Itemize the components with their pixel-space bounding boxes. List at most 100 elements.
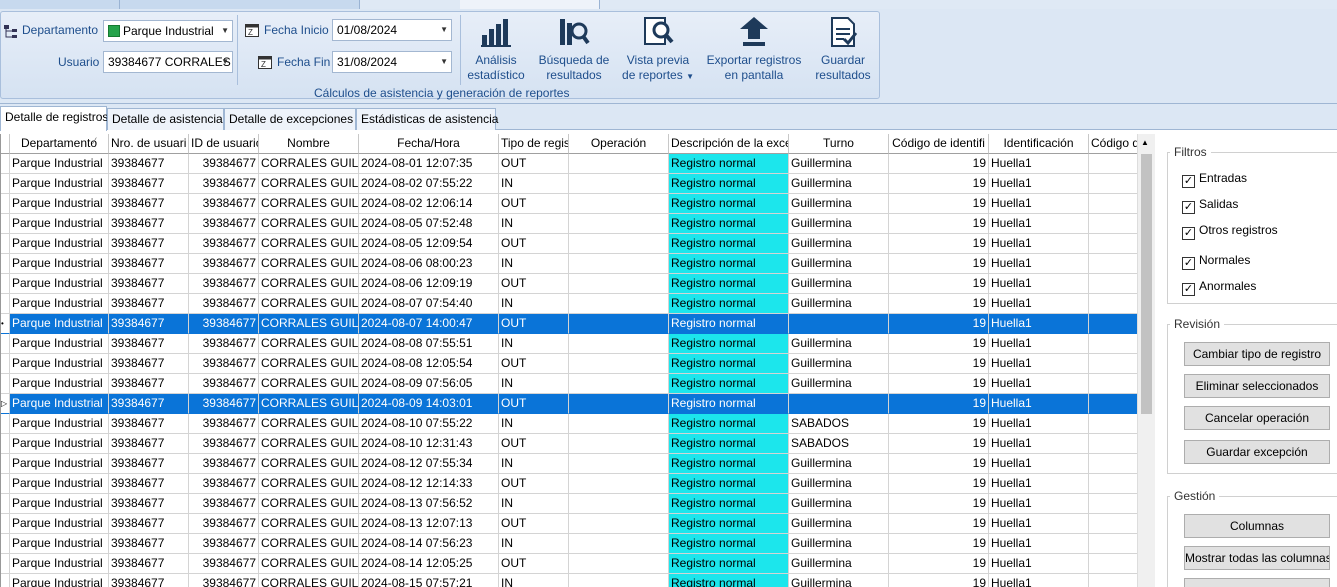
- cell-departamento[interactable]: Parque Industrial: [10, 294, 109, 314]
- cell-identificacion[interactable]: Huella1: [989, 334, 1089, 354]
- cell-operacion[interactable]: [569, 554, 669, 574]
- tab-estadisticas-asistencia[interactable]: Estádisticas de asistencia: [356, 108, 498, 130]
- cell-nombre[interactable]: CORRALES GUILLE: [259, 474, 359, 494]
- cell-nro-usuario[interactable]: 39384677: [109, 534, 189, 554]
- checkbox-checked-icon[interactable]: ✓: [1182, 175, 1195, 188]
- column-header-codigo-identificacion[interactable]: Código de identifi: [889, 134, 989, 154]
- cell-codigo-identificacion[interactable]: 19: [889, 574, 989, 587]
- cell-operacion[interactable]: [569, 414, 669, 434]
- cell-codigo[interactable]: [1089, 574, 1138, 587]
- row-indicator[interactable]: [1, 414, 10, 434]
- cell-tipo-registro[interactable]: OUT: [499, 234, 569, 254]
- cell-tipo-registro[interactable]: OUT: [499, 394, 569, 414]
- cell-nombre[interactable]: CORRALES GUILLE: [259, 174, 359, 194]
- cell-descripcion[interactable]: Registro normal: [669, 314, 789, 334]
- cell-nombre[interactable]: CORRALES GUILLE: [259, 494, 359, 514]
- column-header-identificacion[interactable]: Identificación: [989, 134, 1089, 154]
- cell-operacion[interactable]: [569, 314, 669, 334]
- cell-descripcion[interactable]: Registro normal: [669, 354, 789, 374]
- fecha-inicio-picker[interactable]: 01/08/2024 ▼: [332, 19, 452, 41]
- cell-turno[interactable]: Guillermina: [789, 254, 889, 274]
- cell-nombre[interactable]: CORRALES GUILLE: [259, 434, 359, 454]
- cell-departamento[interactable]: Parque Industrial: [10, 274, 109, 294]
- cell-nro-usuario[interactable]: 39384677: [109, 434, 189, 454]
- cell-nombre[interactable]: CORRALES GUILLE: [259, 554, 359, 574]
- cell-identificacion[interactable]: Huella1: [989, 574, 1089, 587]
- cell-tipo-registro[interactable]: IN: [499, 334, 569, 354]
- cell-codigo[interactable]: [1089, 194, 1138, 214]
- panel-button-partial[interactable]: [1184, 578, 1330, 587]
- cell-fecha-hora[interactable]: 2024-08-08 12:05:54: [359, 354, 499, 374]
- table-row[interactable]: • Parque Industrial 39384677 39384677 CORRAL…: [1, 314, 1138, 334]
- column-header-fecha-hora[interactable]: Fecha/Hora: [359, 134, 499, 154]
- cell-fecha-hora[interactable]: 2024-08-09 14:03:01: [359, 394, 499, 414]
- cell-codigo[interactable]: [1089, 314, 1138, 334]
- cell-departamento[interactable]: Parque Industrial: [10, 554, 109, 574]
- cell-fecha-hora[interactable]: 2024-08-05 07:52:48: [359, 214, 499, 234]
- cell-codigo[interactable]: [1089, 394, 1138, 414]
- cell-departamento[interactable]: Parque Industrial: [10, 394, 109, 414]
- cell-departamento[interactable]: Parque Industrial: [10, 374, 109, 394]
- grid-vertical-scrollbar[interactable]: ▲: [1137, 134, 1155, 587]
- cell-nro-usuario[interactable]: 39384677: [109, 354, 189, 374]
- cell-departamento[interactable]: Parque Industrial: [10, 574, 109, 587]
- columnas-button[interactable]: Columnas: [1184, 514, 1330, 538]
- cell-nro-usuario[interactable]: 39384677: [109, 414, 189, 434]
- cell-identificacion[interactable]: Huella1: [989, 194, 1089, 214]
- cell-nombre[interactable]: CORRALES GUILLE: [259, 394, 359, 414]
- cell-codigo[interactable]: [1089, 214, 1138, 234]
- cell-operacion[interactable]: [569, 474, 669, 494]
- cell-departamento[interactable]: Parque Industrial: [10, 454, 109, 474]
- column-header-nombre[interactable]: Nombre: [259, 134, 359, 154]
- ribbon-tab[interactable]: [120, 0, 360, 9]
- cell-identificacion[interactable]: Huella1: [989, 554, 1089, 574]
- table-row[interactable]: Parque Industrial 39384677 39384677 CORRALE…: [1, 494, 1138, 514]
- cell-identificacion[interactable]: Huella1: [989, 434, 1089, 454]
- cell-departamento[interactable]: Parque Industrial: [10, 334, 109, 354]
- cell-fecha-hora[interactable]: 2024-08-02 07:55:22: [359, 174, 499, 194]
- cell-nombre[interactable]: CORRALES GUILLE: [259, 454, 359, 474]
- cell-nombre[interactable]: CORRALES GUILLE: [259, 194, 359, 214]
- cell-tipo-registro[interactable]: OUT: [499, 154, 569, 174]
- checkbox-checked-icon[interactable]: ✓: [1182, 283, 1195, 296]
- cell-tipo-registro[interactable]: IN: [499, 494, 569, 514]
- cell-codigo[interactable]: [1089, 374, 1138, 394]
- cell-fecha-hora[interactable]: 2024-08-07 14:00:47: [359, 314, 499, 334]
- column-header-turno[interactable]: Turno: [789, 134, 889, 154]
- cell-operacion[interactable]: [569, 274, 669, 294]
- cell-operacion[interactable]: [569, 214, 669, 234]
- cell-operacion[interactable]: [569, 394, 669, 414]
- cell-descripcion[interactable]: Registro normal: [669, 234, 789, 254]
- cell-departamento[interactable]: Parque Industrial: [10, 154, 109, 174]
- vista-previa-reportes-button[interactable]: Vista previa de reportes ▼: [620, 15, 696, 84]
- cell-descripcion[interactable]: Registro normal: [669, 254, 789, 274]
- cell-identificacion[interactable]: Huella1: [989, 234, 1089, 254]
- cambiar-tipo-registro-button[interactable]: Cambiar tipo de registro: [1184, 342, 1330, 366]
- cell-descripcion[interactable]: Registro normal: [669, 494, 789, 514]
- cell-operacion[interactable]: [569, 174, 669, 194]
- filter-normales[interactable]: ✓ Normales: [1182, 253, 1250, 270]
- cell-id-usuario[interactable]: 39384677: [189, 234, 259, 254]
- cell-descripcion[interactable]: Registro normal: [669, 214, 789, 234]
- cell-codigo-identificacion[interactable]: 19: [889, 494, 989, 514]
- cell-identificacion[interactable]: Huella1: [989, 454, 1089, 474]
- cell-nro-usuario[interactable]: 39384677: [109, 514, 189, 534]
- cell-tipo-registro[interactable]: IN: [499, 454, 569, 474]
- cell-operacion[interactable]: [569, 294, 669, 314]
- row-indicator[interactable]: [1, 534, 10, 554]
- table-row[interactable]: Parque Industrial 39384677 39384677 CORRALE…: [1, 414, 1138, 434]
- cell-codigo-identificacion[interactable]: 19: [889, 474, 989, 494]
- ribbon-tab-active[interactable]: [460, 0, 600, 9]
- cell-nro-usuario[interactable]: 39384677: [109, 454, 189, 474]
- cell-tipo-registro[interactable]: IN: [499, 374, 569, 394]
- cell-id-usuario[interactable]: 39384677: [189, 274, 259, 294]
- cell-nombre[interactable]: CORRALES GUILLE: [259, 234, 359, 254]
- cell-tipo-registro[interactable]: OUT: [499, 354, 569, 374]
- cell-codigo-identificacion[interactable]: 19: [889, 214, 989, 234]
- cell-fecha-hora[interactable]: 2024-08-13 12:07:13: [359, 514, 499, 534]
- cell-departamento[interactable]: Parque Industrial: [10, 534, 109, 554]
- cell-nro-usuario[interactable]: 39384677: [109, 194, 189, 214]
- cell-codigo[interactable]: [1089, 254, 1138, 274]
- cell-identificacion[interactable]: Huella1: [989, 474, 1089, 494]
- row-indicator[interactable]: [1, 574, 10, 587]
